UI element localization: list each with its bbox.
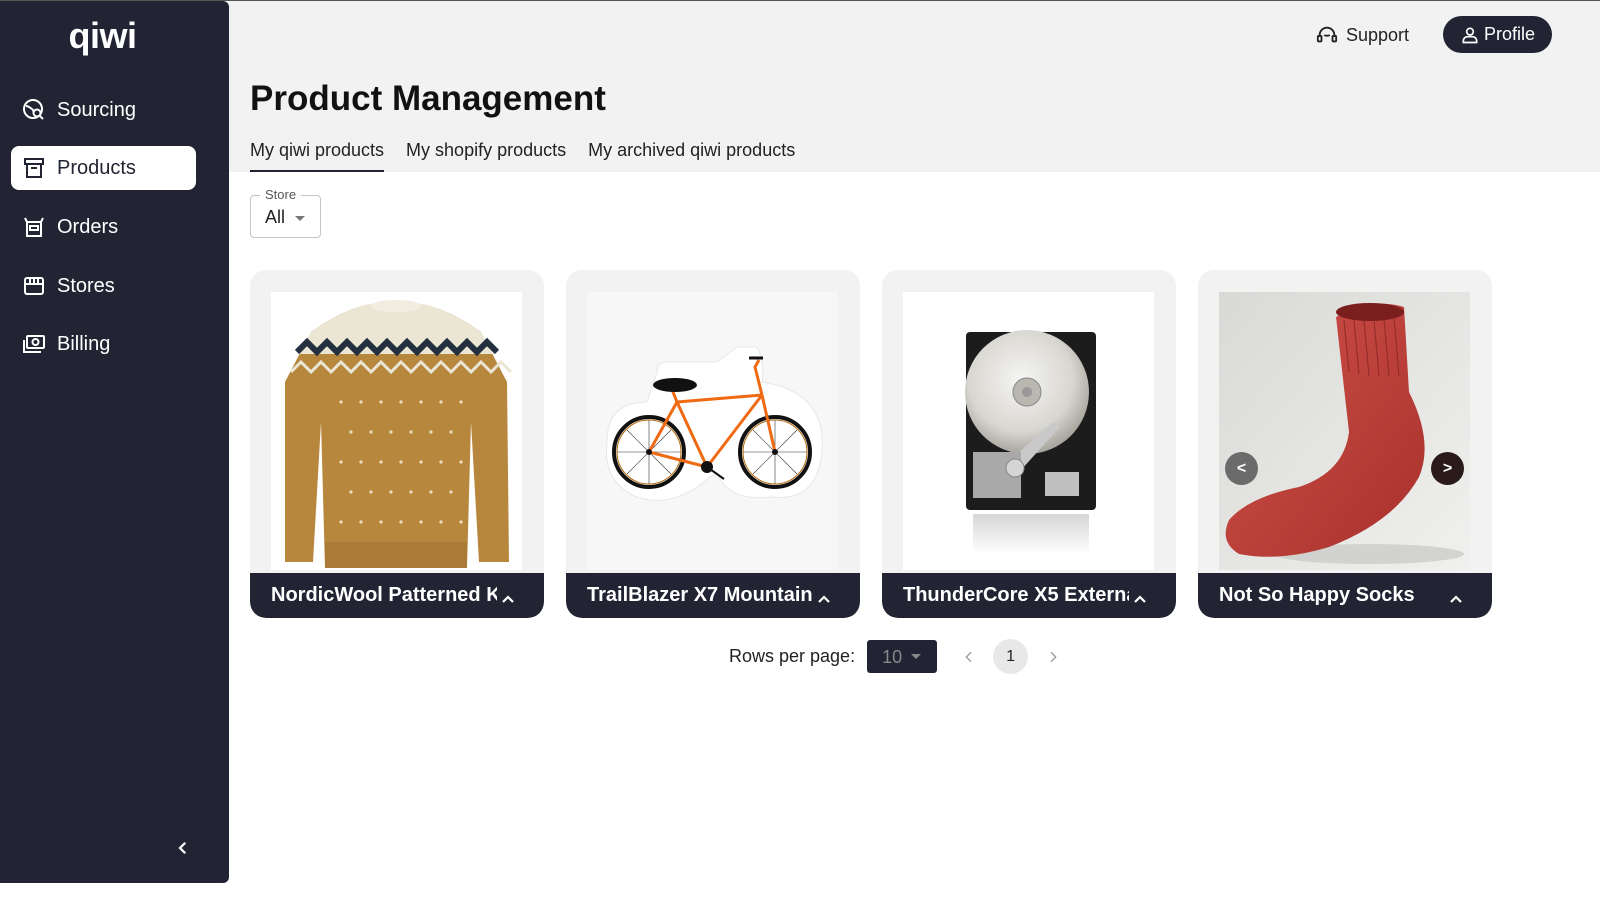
chevron-up-icon[interactable] bbox=[817, 589, 831, 603]
product-title-bar[interactable]: Not So Happy Socks bbox=[1198, 573, 1492, 618]
user-icon bbox=[1462, 27, 1478, 43]
sidebar-item-label: Orders bbox=[57, 215, 119, 238]
chevron-right-icon bbox=[1050, 651, 1057, 662]
tray-icon bbox=[21, 214, 47, 240]
app-logo[interactable]: qiwi bbox=[0, 15, 205, 57]
chevron-up-icon[interactable] bbox=[1449, 589, 1463, 603]
product-title-bar[interactable]: ThunderCore X5 External Hard Drive bbox=[882, 573, 1176, 618]
sidebar-item-orders[interactable]: Orders bbox=[11, 205, 196, 249]
collapse-sidebar-button[interactable] bbox=[172, 837, 194, 859]
pagination: Rows per page: 10 1 bbox=[729, 639, 1069, 674]
product-card[interactable]: < > Not So Happy Socks bbox=[1198, 270, 1492, 618]
product-title-bar[interactable]: NordicWool Patterned Knit Sweater bbox=[250, 573, 544, 618]
product-image-bicycle bbox=[587, 292, 838, 570]
chevron-up-icon[interactable] bbox=[1133, 589, 1147, 603]
support-label: Support bbox=[1346, 24, 1410, 45]
product-card[interactable]: ThunderCore X5 External Hard Drive bbox=[882, 270, 1176, 618]
sidebar: qiwi Sourcing Products Orders Stores Bil… bbox=[0, 1, 229, 883]
page-title: Product Management bbox=[250, 79, 606, 118]
sidebar-item-billing[interactable]: Billing bbox=[11, 322, 196, 366]
tab-my-archived-qiwi-products[interactable]: My archived qiwi products bbox=[588, 140, 795, 172]
profile-label: Profile bbox=[1483, 24, 1536, 44]
store-select-label: Store bbox=[260, 187, 302, 202]
product-title-bar[interactable]: TrailBlazer X7 Mountain Bike bbox=[566, 573, 860, 618]
sidebar-item-products[interactable]: Products bbox=[11, 146, 196, 190]
product-card[interactable]: TrailBlazer X7 Mountain Bike bbox=[566, 270, 860, 618]
sidebar-item-label: Stores bbox=[57, 274, 115, 297]
tab-my-shopify-products[interactable]: My shopify products bbox=[406, 140, 566, 172]
store-select-value: All bbox=[265, 207, 286, 227]
chevron-up-icon[interactable] bbox=[501, 589, 515, 603]
previous-page-button[interactable] bbox=[952, 640, 985, 673]
rows-per-page-value: 10 bbox=[882, 647, 903, 667]
product-name: ThunderCore X5 External Hard Drive bbox=[903, 584, 1129, 606]
caret-down-icon bbox=[911, 654, 922, 659]
sidebar-item-sourcing[interactable]: Sourcing bbox=[11, 88, 196, 132]
chevron-left-icon bbox=[964, 651, 972, 662]
product-name: Not So Happy Socks bbox=[1219, 584, 1415, 606]
sidebar-item-label: Billing bbox=[57, 332, 111, 355]
product-name: NordicWool Patterned Knit Sweater bbox=[271, 584, 497, 606]
caret-down-icon bbox=[295, 216, 305, 221]
sidebar-item-label: Sourcing bbox=[57, 98, 136, 121]
carousel-prev-button[interactable]: < bbox=[1225, 452, 1258, 485]
tab-my-qiwi-products[interactable]: My qiwi products bbox=[250, 140, 385, 172]
archive-box-icon bbox=[21, 155, 47, 181]
rows-per-page-label: Rows per page: bbox=[729, 646, 856, 666]
rows-per-page-select[interactable]: 10 bbox=[867, 640, 938, 673]
product-tabs: My qiwi products My shopify products My … bbox=[250, 140, 817, 172]
product-card[interactable]: NordicWool Patterned Knit Sweater bbox=[250, 270, 544, 618]
product-name: TrailBlazer X7 Mountain Bike bbox=[587, 584, 813, 606]
cash-icon bbox=[21, 331, 47, 357]
support-button[interactable]: Support bbox=[1316, 22, 1409, 48]
product-image-hard-drive bbox=[903, 292, 1154, 570]
page-number-button[interactable]: 1 bbox=[993, 639, 1029, 674]
product-image-sweater bbox=[271, 292, 522, 570]
next-page-button[interactable] bbox=[1036, 640, 1069, 673]
storefront-icon bbox=[21, 273, 47, 299]
product-image-red-sock: < > bbox=[1219, 292, 1470, 570]
sidebar-item-label: Products bbox=[57, 156, 136, 179]
profile-button[interactable]: Profile bbox=[1443, 16, 1552, 53]
headset-icon bbox=[1316, 26, 1338, 43]
carousel-next-button[interactable]: > bbox=[1431, 452, 1464, 485]
main-content: Support Profile Product Management My qi… bbox=[229, 1, 1600, 900]
chevron-left-icon bbox=[178, 841, 187, 855]
store-select[interactable]: Store All bbox=[250, 187, 321, 238]
sidebar-item-stores[interactable]: Stores bbox=[11, 264, 196, 308]
globe-search-icon bbox=[21, 97, 47, 123]
